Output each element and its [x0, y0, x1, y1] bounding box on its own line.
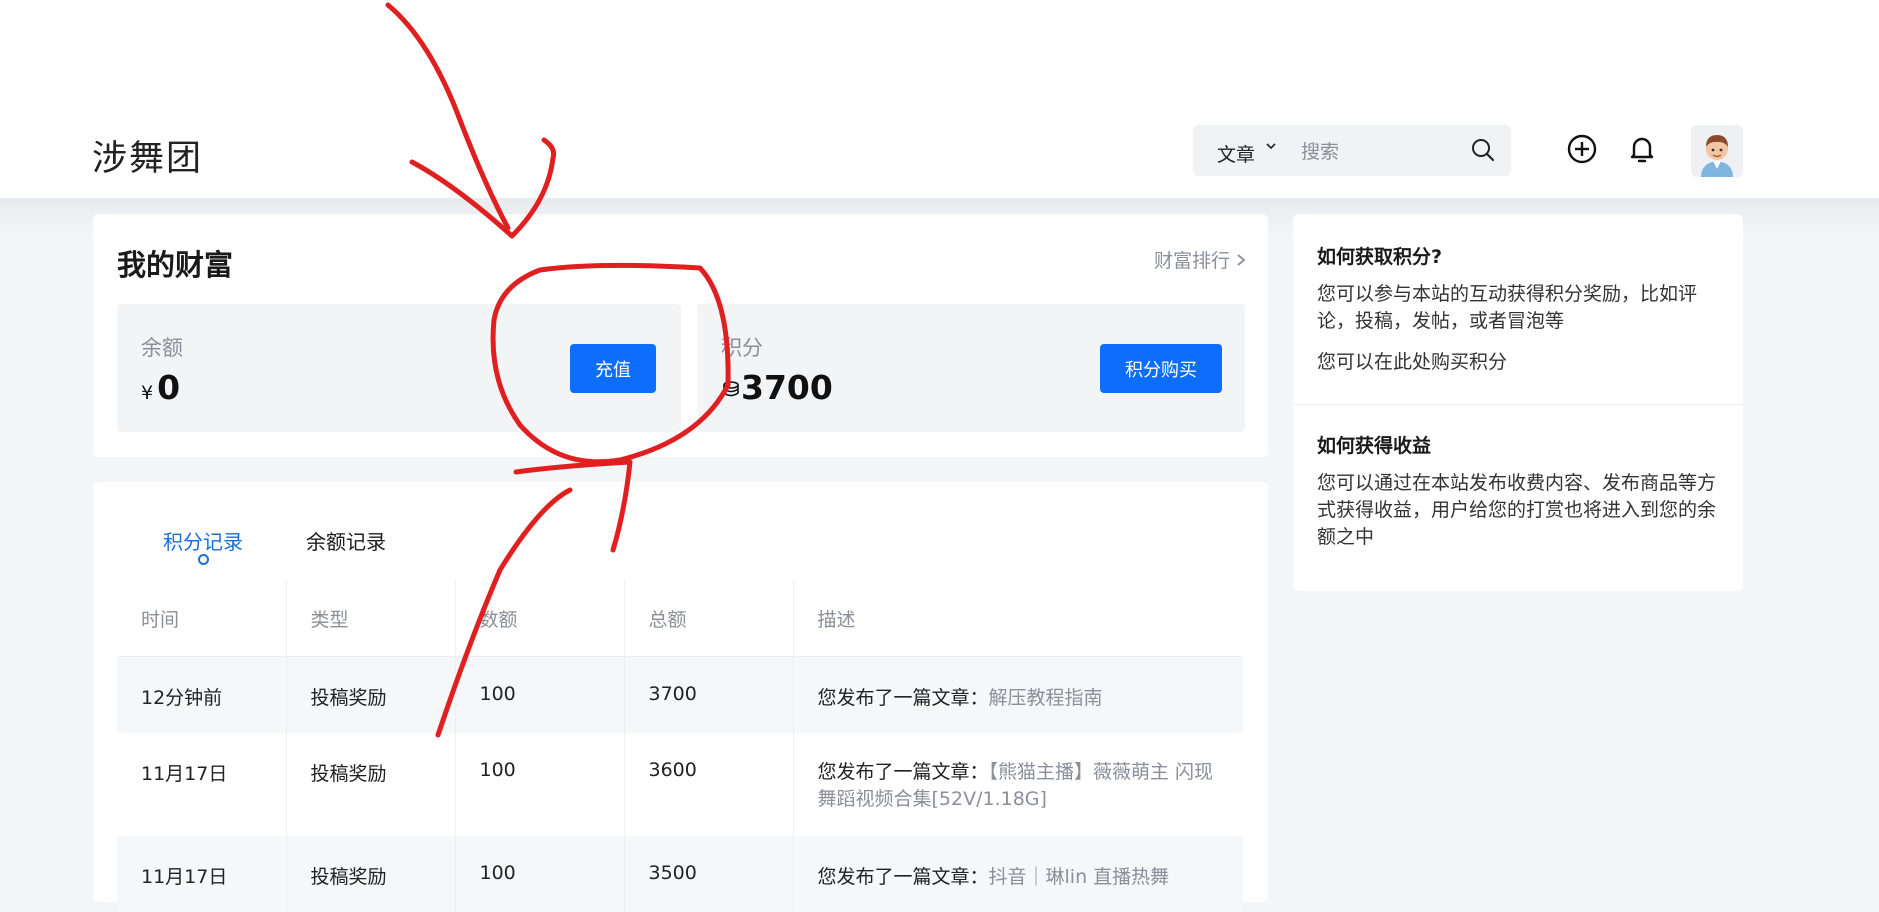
- col-time-header: 时间: [117, 580, 287, 657]
- table-header-row: 时间 类型 数额 总额 描述: [117, 580, 1243, 657]
- help-buy-text: 您可以在此处购买积分: [1317, 351, 1508, 373]
- table-row: 11月17日 投稿奖励 100 3500 您发布了一篇文章：抖音｜琳lin 直播…: [117, 835, 1243, 912]
- help-points-section: 如何获取积分? 您可以参与本站的互动获得积分奖励，比如评论，投稿，发帖，或者冒泡…: [1317, 242, 1721, 376]
- article-link[interactable]: 解压教程指南: [989, 687, 1103, 709]
- balance-value: 0: [157, 368, 181, 407]
- sidebar-divider: [1293, 404, 1743, 405]
- records-card: 积分记录 余额记录 时间 类型 数额 总额 描述 12分钟前 投稿奖励 100 …: [93, 482, 1268, 912]
- cell-time: 12分钟前: [117, 656, 287, 733]
- currency-symbol: ¥: [141, 382, 154, 404]
- cell-total: 3600: [624, 732, 794, 836]
- chevron-down-icon[interactable]: [1265, 140, 1277, 156]
- desc-prefix: 您发布了一篇文章：: [817, 687, 989, 709]
- balance-box: 余额 ¥0 充值: [117, 304, 681, 432]
- table-row: 11月17日 投稿奖励 100 3600 您发布了一篇文章：【熊猫主播】薇薇萌主…: [117, 732, 1243, 836]
- site-header: 涉舞团 文章: [0, 0, 1879, 198]
- wealth-card: 我的财富 财富排行 余额 ¥0 充值 积分 3700 积分购买: [93, 214, 1268, 457]
- buy-points-button[interactable]: 积分购买: [1100, 344, 1222, 393]
- col-desc-header: 描述: [793, 580, 1243, 657]
- cell-time: 11月17日: [117, 835, 287, 912]
- table-row: 12分钟前 投稿奖励 100 3700 您发布了一篇文章：解压教程指南: [117, 656, 1243, 733]
- points-value: 3700: [741, 368, 833, 407]
- search-category-select[interactable]: 文章: [1217, 140, 1255, 167]
- cell-type: 投稿奖励: [286, 656, 456, 733]
- col-amount-header: 数额: [455, 580, 625, 657]
- col-type-header: 类型: [286, 580, 456, 657]
- balance-value-row: ¥0: [141, 368, 180, 407]
- col-total-header: 总额: [624, 580, 794, 657]
- balance-label: 余额: [141, 336, 183, 360]
- recharge-button[interactable]: 充值: [570, 344, 656, 393]
- records-table: 时间 类型 数额 总额 描述 12分钟前 投稿奖励 100 3700 您发布了一…: [117, 580, 1243, 912]
- wealth-rank-link[interactable]: 财富排行: [1154, 246, 1246, 273]
- article-link[interactable]: 抖音｜琳lin 直播热舞: [989, 866, 1170, 888]
- bell-icon[interactable]: [1626, 133, 1658, 169]
- add-icon[interactable]: [1566, 133, 1598, 169]
- cell-amount: 100: [455, 835, 625, 912]
- cell-desc: 您发布了一篇文章：【熊猫主播】薇薇萌主 闪现舞蹈视频合集[52V/1.18G]: [793, 733, 1243, 836]
- coin-icon: [721, 368, 741, 407]
- points-label: 积分: [721, 336, 763, 360]
- cell-time: 11月17日: [117, 732, 287, 836]
- tab-balance-record[interactable]: 余额记录: [306, 526, 386, 555]
- help-points-text: 您可以参与本站的互动获得积分奖励，比如评论，投稿，发帖，或者冒泡等: [1317, 283, 1698, 332]
- help-points-title: 如何获取积分?: [1317, 246, 1443, 268]
- chevron-right-icon: [1236, 250, 1246, 272]
- points-box: 积分 3700 积分购买: [697, 304, 1245, 432]
- cell-desc: 您发布了一篇文章：抖音｜琳lin 直播热舞: [793, 835, 1243, 912]
- help-income-section: 如何获得收益 您可以通过在本站发布收费内容、发布商品等方式获得收益，用户给您的打…: [1317, 431, 1721, 551]
- cell-total: 3500: [624, 835, 794, 912]
- search-icon[interactable]: [1471, 138, 1495, 166]
- cell-desc: 您发布了一篇文章：解压教程指南: [793, 656, 1243, 733]
- desc-prefix: 您发布了一篇文章：: [817, 865, 989, 888]
- cell-amount: 100: [455, 656, 625, 733]
- help-sidebar: 如何获取积分? 您可以参与本站的互动获得积分奖励，比如评论，投稿，发帖，或者冒泡…: [1293, 214, 1743, 591]
- help-income-text: 您可以通过在本站发布收费内容、发布商品等方式获得收益，用户给您的打赏也将进入到您…: [1317, 472, 1717, 548]
- cell-type: 投稿奖励: [286, 835, 456, 912]
- cell-type: 投稿奖励: [286, 732, 456, 836]
- wealth-title: 我的财富: [117, 248, 234, 282]
- tab-points-record[interactable]: 积分记录: [163, 526, 243, 555]
- points-value-row: 3700: [721, 368, 833, 407]
- site-logo[interactable]: 涉舞团: [92, 130, 203, 181]
- avatar[interactable]: [1691, 125, 1743, 177]
- desc-prefix: 您发布了一篇文章：: [817, 760, 989, 783]
- help-income-title: 如何获得收益: [1317, 435, 1432, 457]
- cell-total: 3700: [624, 656, 794, 733]
- search-bar: 文章: [1193, 125, 1511, 176]
- active-tab-indicator: [198, 554, 209, 565]
- wealth-rank-label: 财富排行: [1153, 250, 1230, 272]
- cell-amount: 100: [455, 732, 625, 836]
- search-input[interactable]: [1299, 135, 1463, 169]
